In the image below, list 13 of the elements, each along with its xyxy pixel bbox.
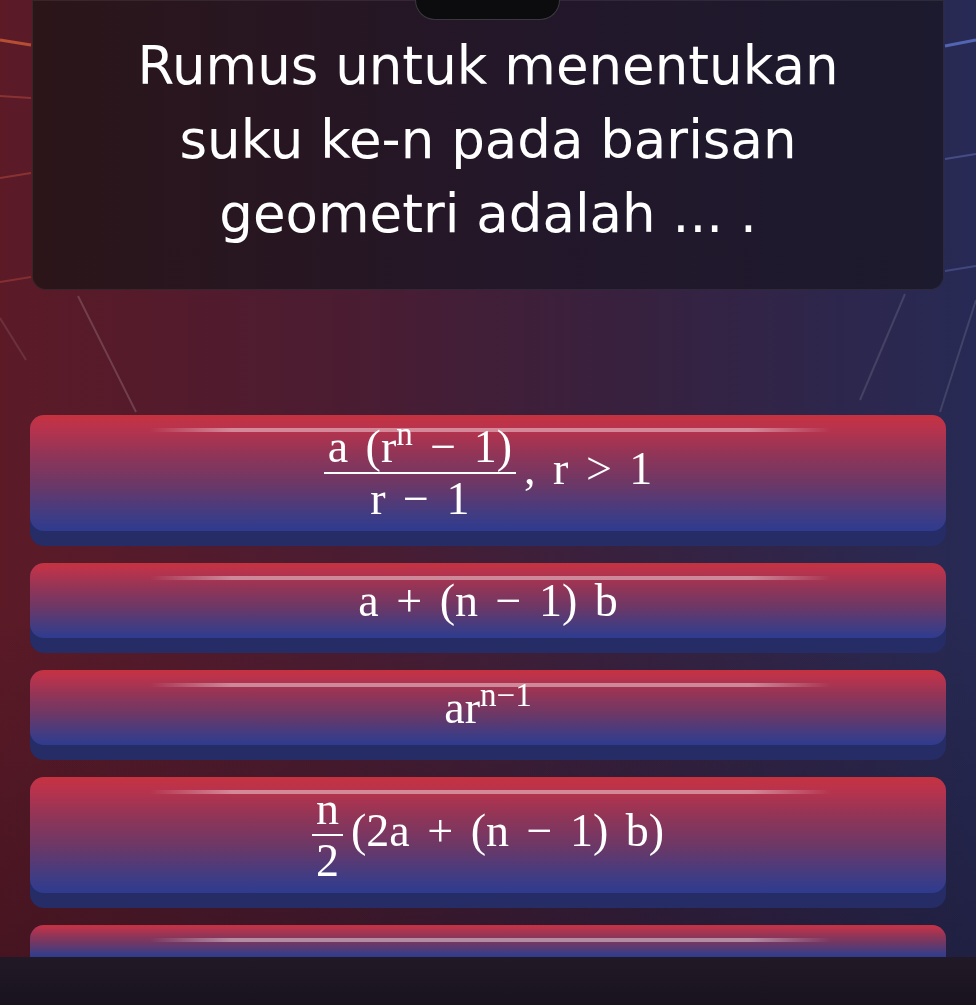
answer-option[interactable]: a (r$^{n}$ − 1) r − 1 , r > 1 <box>30 415 946 546</box>
answer-option[interactable] <box>30 925 946 957</box>
light-streak <box>944 38 976 48</box>
light-streak <box>944 265 976 272</box>
question-text: Rumus untuk menentukan suku ke-n pada barisan geometri adalah ... . <box>136 34 840 246</box>
answer-option[interactable]: ar$^{n−1}$ <box>30 670 946 760</box>
light-streak <box>944 153 976 160</box>
light-streak <box>0 38 32 47</box>
light-streak <box>0 172 32 179</box>
light-streak <box>0 95 32 99</box>
light-streak <box>0 317 27 361</box>
light-streak <box>0 276 32 283</box>
answer-option[interactable]: a + (n − 1) b <box>30 563 946 653</box>
